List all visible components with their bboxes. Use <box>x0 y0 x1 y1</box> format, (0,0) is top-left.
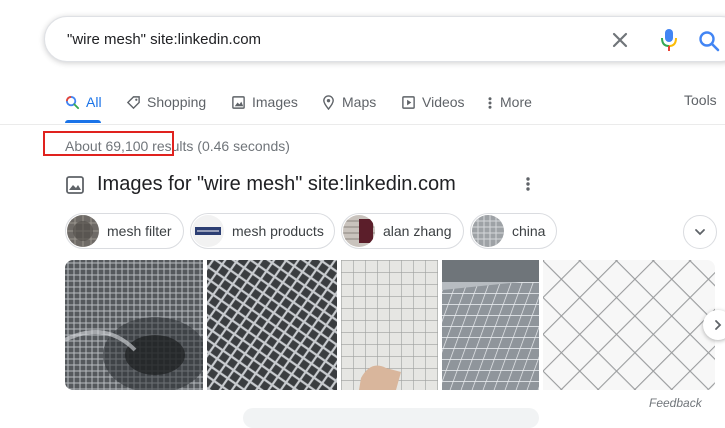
image-result[interactable] <box>442 260 539 390</box>
chip-china[interactable]: china <box>470 213 557 249</box>
tab-more[interactable]: More <box>486 92 532 112</box>
chip-mesh-filter[interactable]: mesh filter <box>65 213 184 249</box>
tab-label: Maps <box>342 94 377 110</box>
image-result[interactable] <box>341 260 438 390</box>
search-box[interactable]: "wire mesh" site:linkedin.com <box>44 16 725 62</box>
tab-label: More <box>500 94 532 110</box>
highlight-box <box>43 131 174 156</box>
chevron-right-icon <box>715 320 722 330</box>
play-icon <box>402 95 415 109</box>
chip-label: mesh filter <box>107 223 172 239</box>
next-images-button[interactable] <box>703 310 725 340</box>
chip-thumbnail <box>343 215 375 247</box>
search-icon[interactable] <box>697 29 721 53</box>
search-icon <box>65 95 80 109</box>
chip-mesh-products[interactable]: mesh products <box>190 213 335 249</box>
more-options-icon[interactable] <box>523 175 533 198</box>
tools-button[interactable]: Tools <box>684 92 717 108</box>
images-section-title[interactable]: Images for "wire mesh" site:linkedin.com <box>97 173 456 196</box>
image-result[interactable] <box>65 260 203 390</box>
tab-label: Images <box>252 94 298 110</box>
tab-label: Videos <box>422 94 465 110</box>
more-vert-icon <box>488 96 492 109</box>
chip-alan-zhang[interactable]: alan zhang <box>341 213 464 249</box>
chip-label: china <box>512 223 546 239</box>
tag-icon <box>126 95 140 109</box>
tab-maps[interactable]: Maps <box>321 92 376 112</box>
search-tabs: All Shopping Images Maps Videos More Too… <box>0 86 725 125</box>
chip-label: alan zhang <box>383 223 452 239</box>
image-result[interactable] <box>543 260 715 390</box>
chip-thumbnail <box>192 215 224 247</box>
tab-videos[interactable]: Videos <box>401 92 465 112</box>
mic-icon[interactable] <box>657 27 681 53</box>
tab-all[interactable]: All <box>65 92 102 112</box>
chevron-down-icon <box>695 229 705 236</box>
search-input[interactable]: "wire mesh" site:linkedin.com <box>67 31 261 48</box>
chip-thumbnail <box>67 215 99 247</box>
active-tab-indicator <box>65 120 101 123</box>
clear-icon[interactable] <box>609 29 631 51</box>
tab-shopping[interactable]: Shopping <box>126 92 206 112</box>
tab-images[interactable]: Images <box>231 92 298 112</box>
image-icon <box>66 176 84 194</box>
expand-chips-button[interactable] <box>683 215 717 249</box>
image-result[interactable] <box>207 260 337 390</box>
image-icon <box>232 95 245 109</box>
tab-label: All <box>86 94 102 110</box>
chip-label: mesh products <box>232 223 324 239</box>
view-all-button[interactable] <box>243 408 539 428</box>
tab-label: Shopping <box>147 94 207 110</box>
feedback-link[interactable]: Feedback <box>649 396 702 410</box>
chip-thumbnail <box>472 215 504 247</box>
map-pin-icon <box>323 94 334 110</box>
